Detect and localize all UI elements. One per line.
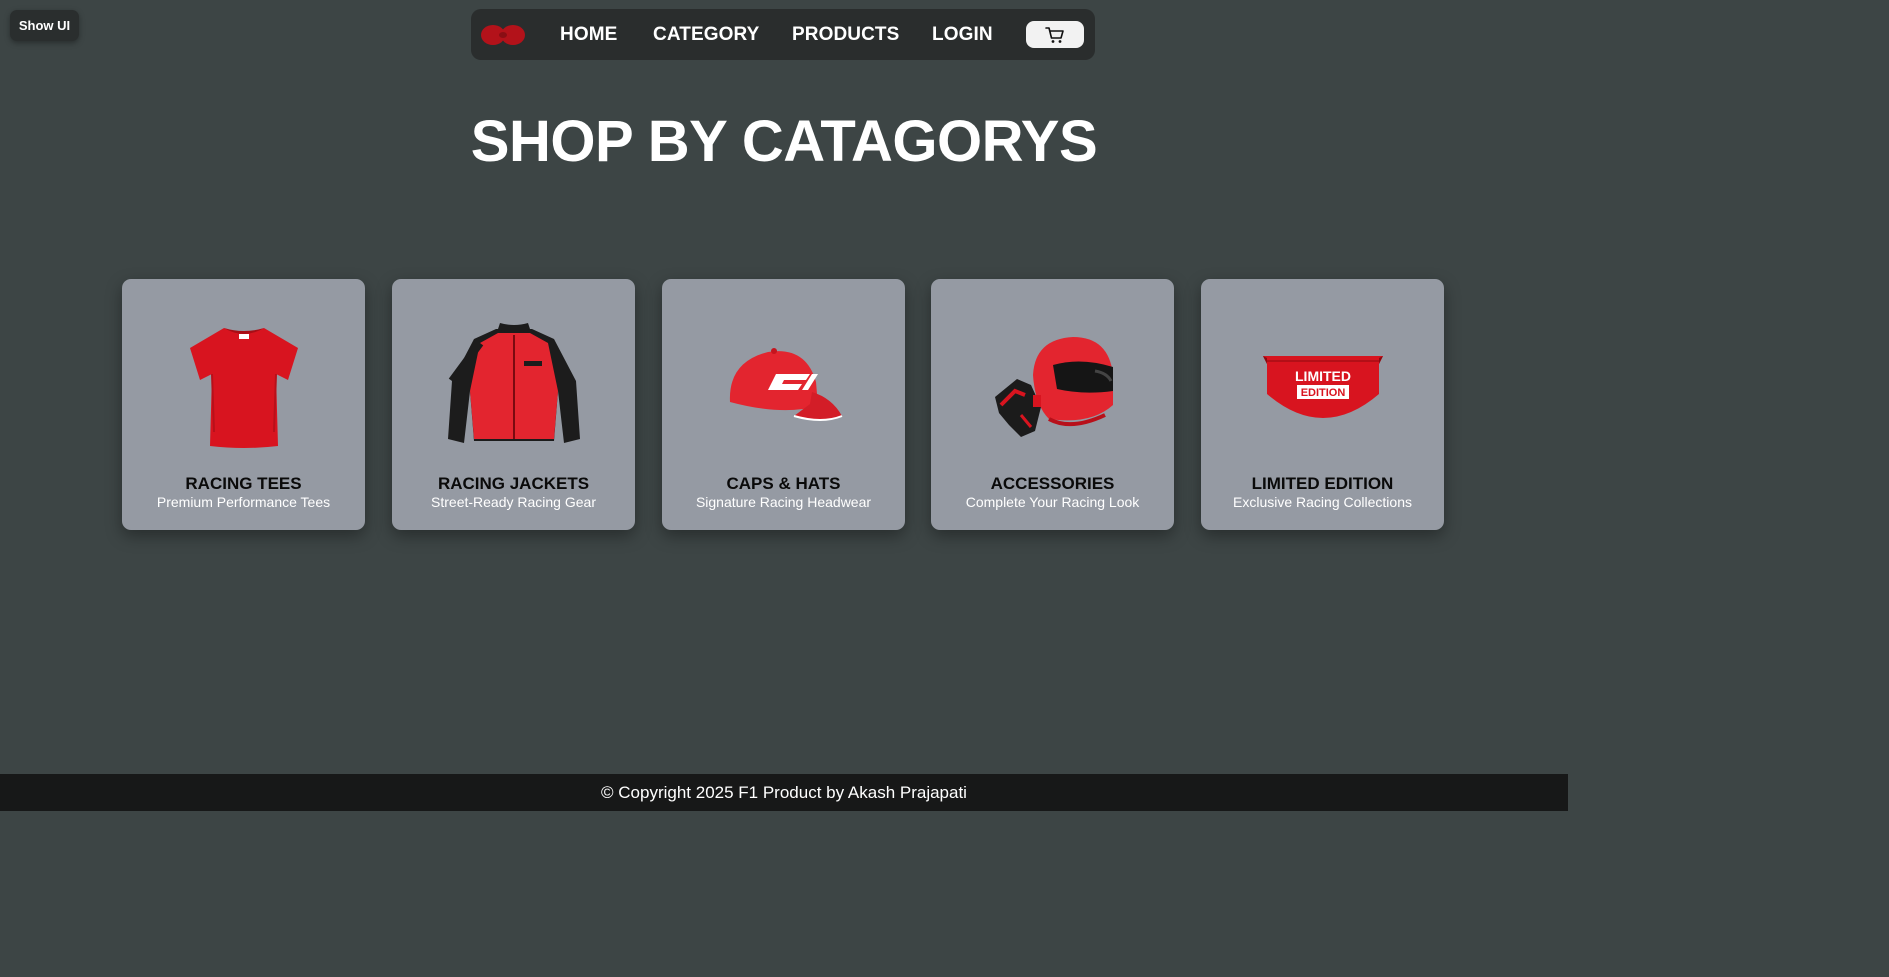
badge-line-2: EDITION bbox=[1300, 387, 1345, 399]
card-image bbox=[122, 307, 365, 467]
card-image bbox=[931, 307, 1174, 467]
nav-category-link[interactable]: CATEGORY bbox=[653, 9, 759, 60]
badge-line-1: LIMITED bbox=[1295, 368, 1351, 384]
page: Show UI HOME CATEGORY PRODUCTS LOGIN SHO… bbox=[0, 0, 1568, 811]
card-title: RACING TEES bbox=[185, 474, 302, 493]
card-subtitle: Signature Racing Headwear bbox=[695, 494, 872, 510]
footer-copyright: © Copyright 2025 F1 Product by Akash Pra… bbox=[601, 782, 967, 802]
f1-logo-icon[interactable] bbox=[481, 23, 525, 47]
category-grid: RACING TEES Premium Performance Tees RAC… bbox=[122, 279, 1445, 530]
card-image bbox=[392, 307, 635, 467]
helmet-gloves-icon bbox=[994, 337, 1113, 437]
card-title: CAPS & HATS bbox=[726, 474, 841, 493]
cart-button[interactable] bbox=[1026, 21, 1084, 48]
category-card-limited-edition[interactable]: LIMITED EDITION LIMITED EDITION Exclusiv… bbox=[1201, 279, 1444, 530]
card-subtitle: Street-Ready Racing Gear bbox=[431, 494, 596, 510]
card-title: LIMITED EDITION bbox=[1251, 474, 1394, 493]
card-title: RACING JACKETS bbox=[437, 474, 590, 493]
footer: © Copyright 2025 F1 Product by Akash Pra… bbox=[0, 774, 1568, 811]
card-title: ACCESSORIES bbox=[990, 474, 1115, 493]
show-ui-button[interactable]: Show UI bbox=[10, 10, 79, 41]
tshirt-icon bbox=[189, 328, 298, 448]
card-image: LIMITED EDITION bbox=[1201, 307, 1444, 467]
limited-edition-badge-icon: LIMITED EDITION bbox=[1262, 356, 1383, 418]
category-card-racing-tees[interactable]: RACING TEES Premium Performance Tees bbox=[122, 279, 365, 530]
card-subtitle: Complete Your Racing Look bbox=[965, 494, 1140, 510]
page-title: SHOP BY CATAGORYS bbox=[470, 109, 1098, 174]
jacket-icon bbox=[447, 323, 580, 443]
cap-icon bbox=[729, 348, 842, 421]
nav-login-link[interactable]: LOGIN bbox=[932, 9, 993, 60]
nav-home-link[interactable]: HOME bbox=[560, 9, 617, 60]
category-card-caps-hats[interactable]: CAPS & HATS Signature Racing Headwear bbox=[662, 279, 905, 530]
card-subtitle: Premium Performance Tees bbox=[156, 494, 331, 510]
card-image bbox=[662, 307, 905, 467]
nav-products-link[interactable]: PRODUCTS bbox=[792, 9, 899, 60]
card-subtitle: Exclusive Racing Collections bbox=[1233, 494, 1412, 510]
category-card-accessories[interactable]: ACCESSORIES Complete Your Racing Look bbox=[931, 279, 1174, 530]
cart-icon bbox=[1045, 26, 1064, 43]
navbar: HOME CATEGORY PRODUCTS LOGIN bbox=[471, 9, 1095, 60]
category-card-racing-jackets[interactable]: RACING JACKETS Street-Ready Racing Gear bbox=[392, 279, 635, 530]
